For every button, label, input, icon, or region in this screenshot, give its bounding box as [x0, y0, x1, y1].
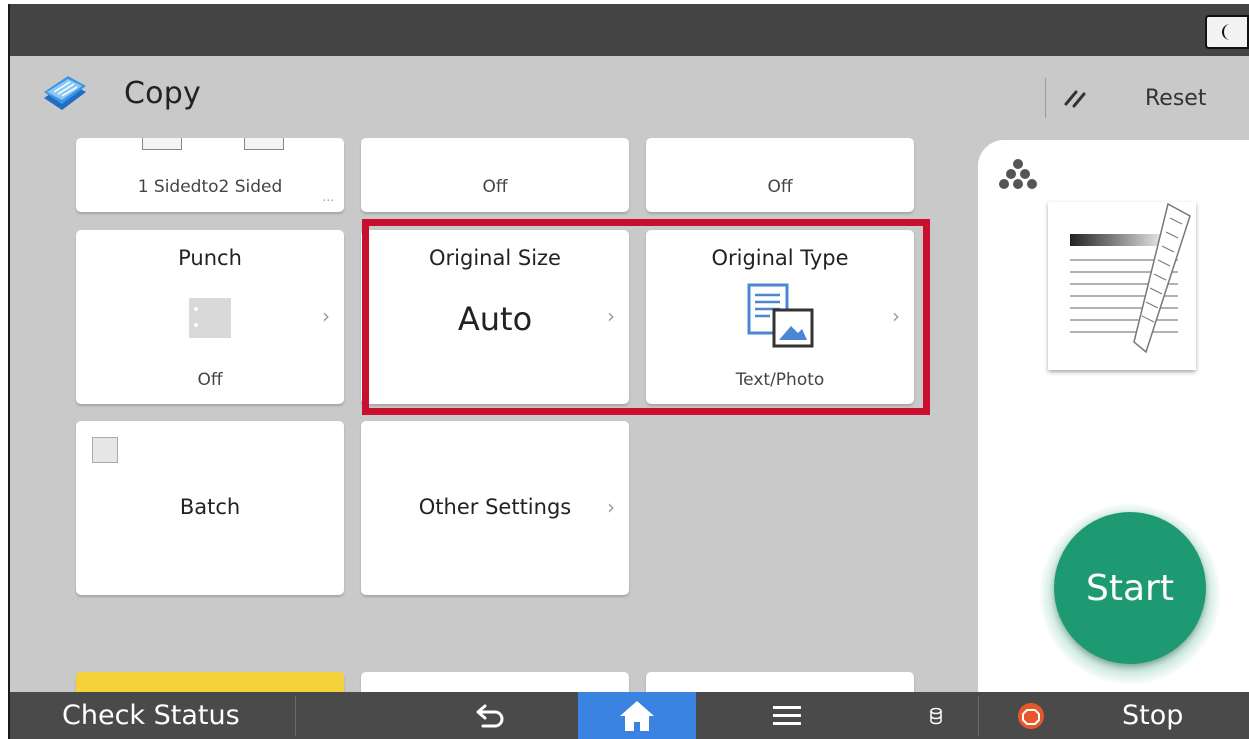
- other-settings-tile[interactable]: Other Settings ›: [361, 421, 629, 595]
- punch-title: Punch: [178, 246, 242, 270]
- duplex-page-icon-2: [244, 138, 284, 150]
- batch-checkbox[interactable]: [92, 437, 118, 463]
- toner-icon: [999, 159, 1037, 189]
- memory-indicator: [924, 692, 948, 739]
- start-button[interactable]: Start: [1054, 512, 1206, 664]
- back-button[interactable]: [466, 692, 516, 739]
- setting-tile-off-1[interactable]: Off: [361, 138, 629, 212]
- menu-button[interactable]: [762, 692, 812, 739]
- chevron-right-icon: ›: [607, 495, 615, 519]
- duplex-tile[interactable]: 1 Sidedto2 Sided ...: [76, 138, 344, 212]
- preview-page-icon: [1070, 202, 1191, 354]
- app-title: Copy: [124, 76, 201, 111]
- duplex-page-icon: [142, 138, 182, 150]
- check-status-button[interactable]: Check Status: [62, 700, 240, 731]
- punch-tile[interactable]: Punch › Off: [76, 230, 344, 404]
- batch-tile[interactable]: Batch: [76, 421, 344, 595]
- back-icon: [476, 704, 504, 727]
- punch-hole: [194, 323, 198, 327]
- copier-screen: Copy Reset 1 Sidedto2 Sided ... Off Off …: [8, 4, 1249, 739]
- bottom-divider: [978, 696, 979, 736]
- stop-icon: [1018, 702, 1044, 729]
- batch-title: Batch: [179, 495, 241, 519]
- stop-button[interactable]: Stop: [1122, 700, 1183, 731]
- energy-saver-button[interactable]: [1205, 15, 1249, 49]
- punch-value: Off: [197, 370, 223, 390]
- menu-icon: [773, 705, 801, 725]
- punch-hole: [194, 307, 198, 311]
- punch-icon: [189, 298, 231, 338]
- home-icon: [620, 700, 654, 731]
- bottom-divider: [295, 696, 296, 736]
- more-dots: ...: [322, 190, 334, 204]
- status-bar: [10, 4, 1249, 56]
- setting-tile-off-2[interactable]: Off: [646, 138, 914, 212]
- setting-value: Off: [767, 177, 793, 197]
- duplex-value: 1 Sidedto2 Sided: [137, 177, 283, 197]
- app-header: Copy Reset: [10, 56, 1249, 138]
- memory-icon: [930, 707, 942, 724]
- bottom-bar: Check Status Stop: [10, 692, 1249, 739]
- copy-preview: [1048, 202, 1196, 370]
- chevron-right-icon: ›: [322, 304, 330, 328]
- other-settings-title: Other Settings: [418, 495, 572, 519]
- stop-icon-wrap[interactable]: [1014, 692, 1048, 739]
- setting-value: Off: [482, 177, 508, 197]
- header-divider: [1045, 78, 1046, 118]
- highlight-box: [362, 219, 930, 415]
- copy-app-icon: [44, 76, 86, 110]
- reset-button[interactable]: Reset: [1145, 86, 1206, 111]
- right-panel: Start: [978, 140, 1249, 700]
- reset-icon[interactable]: [1062, 84, 1090, 112]
- home-button[interactable]: [578, 692, 696, 739]
- moon-icon: [1222, 24, 1230, 40]
